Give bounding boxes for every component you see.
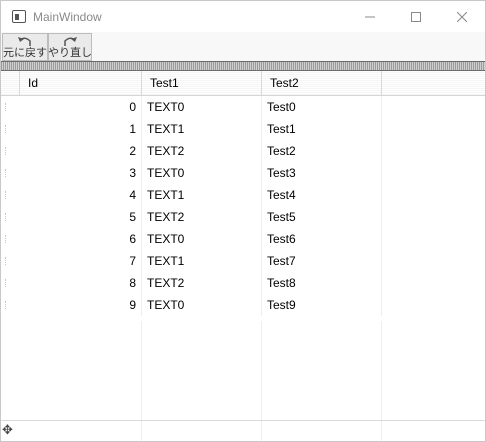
main-window: MainWindow 元に戻す やり直し Id Test1 Test2 0 TE…	[0, 0, 486, 442]
cell-test1[interactable]: TEXT2	[142, 272, 262, 294]
table-row[interactable]: 3 TEXT0 Test3	[1, 162, 485, 184]
cell-test1[interactable]: TEXT0	[142, 96, 262, 118]
column-header-test1[interactable]: Test1	[142, 71, 262, 95]
row-header[interactable]	[1, 228, 20, 250]
cell-test2[interactable]: Test1	[262, 118, 382, 140]
table-row[interactable]: 6 TEXT0 Test6	[1, 228, 485, 250]
cell-test2[interactable]: Test7	[262, 250, 382, 272]
table-row[interactable]: 4 TEXT1 Test4	[1, 184, 485, 206]
table-row[interactable]: 5 TEXT2 Test5	[1, 206, 485, 228]
cell-id[interactable]: 2	[20, 140, 142, 162]
new-row-marker-icon: ✥	[2, 422, 13, 437]
grid-header: Id Test1 Test2	[1, 71, 485, 96]
data-grid[interactable]: Id Test1 Test2 0 TEXT0 Test0 1 TEXT1 Test1 2…	[1, 71, 485, 441]
maximize-button[interactable]	[393, 1, 439, 32]
row-header[interactable]	[1, 140, 20, 162]
minimize-button[interactable]	[347, 1, 393, 32]
redo-arrow-icon	[64, 37, 77, 46]
cell-id[interactable]: 4	[20, 184, 142, 206]
minimize-icon	[365, 16, 375, 17]
close-icon	[457, 11, 467, 22]
grid-rows: 0 TEXT0 Test0 1 TEXT1 Test1 2 TEXT2 Test2 3 TEX…	[1, 96, 485, 316]
row-header[interactable]	[1, 162, 20, 184]
cell-test2[interactable]: Test3	[262, 162, 382, 184]
select-all-corner[interactable]	[1, 71, 20, 95]
cell-id[interactable]: 1	[20, 118, 142, 140]
cell-test2[interactable]: Test4	[262, 184, 382, 206]
cell-test1[interactable]: TEXT2	[142, 206, 262, 228]
row-header[interactable]	[1, 294, 20, 316]
table-row[interactable]: 8 TEXT2 Test8	[1, 272, 485, 294]
undo-arrow-icon	[18, 37, 31, 46]
maximize-icon	[411, 11, 421, 22]
row-header[interactable]	[1, 96, 20, 118]
close-button[interactable]	[439, 1, 485, 32]
row-header[interactable]	[1, 206, 20, 228]
cell-id[interactable]: 0	[20, 96, 142, 118]
redo-label: やり直し	[48, 47, 92, 59]
cell-test2[interactable]: Test9	[262, 294, 382, 316]
row-header[interactable]	[1, 118, 20, 140]
cell-id[interactable]: 6	[20, 228, 142, 250]
undo-button[interactable]: 元に戻す	[2, 33, 48, 61]
row-header[interactable]	[1, 272, 20, 294]
cell-test2[interactable]: Test6	[262, 228, 382, 250]
table-row[interactable]: 9 TEXT0 Test9	[1, 294, 485, 316]
column-header-id[interactable]: Id	[20, 71, 142, 95]
table-row[interactable]: 1 TEXT1 Test1	[1, 118, 485, 140]
cell-test2[interactable]: Test8	[262, 272, 382, 294]
column-header-test2[interactable]: Test2	[262, 71, 382, 95]
cell-id[interactable]: 8	[20, 272, 142, 294]
cell-test1[interactable]: TEXT1	[142, 118, 262, 140]
redo-button[interactable]: やり直し	[48, 33, 92, 61]
cell-test1[interactable]: TEXT1	[142, 184, 262, 206]
cell-test1[interactable]: TEXT0	[142, 162, 262, 184]
row-header[interactable]	[1, 184, 20, 206]
table-row[interactable]: 2 TEXT2 Test2	[1, 140, 485, 162]
new-row-placeholder[interactable]: ✥	[1, 420, 485, 441]
undo-label: 元に戻す	[3, 47, 47, 59]
cell-test1[interactable]: TEXT1	[142, 250, 262, 272]
table-row[interactable]: 0 TEXT0 Test0	[1, 96, 485, 118]
window-title: MainWindow	[33, 10, 102, 24]
cell-id[interactable]: 3	[20, 162, 142, 184]
toolbar: 元に戻す やり直し	[1, 32, 485, 61]
cell-test2[interactable]: Test0	[262, 96, 382, 118]
cell-test2[interactable]: Test2	[262, 140, 382, 162]
cell-test1[interactable]: TEXT0	[142, 228, 262, 250]
cell-test1[interactable]: TEXT2	[142, 140, 262, 162]
table-row[interactable]: 7 TEXT1 Test7	[1, 250, 485, 272]
cell-test1[interactable]: TEXT0	[142, 294, 262, 316]
row-header[interactable]	[1, 250, 20, 272]
splitter[interactable]	[1, 61, 485, 71]
cell-id[interactable]: 9	[20, 294, 142, 316]
cell-id[interactable]: 7	[20, 250, 142, 272]
app-window-icon	[12, 10, 26, 23]
cell-test2[interactable]: Test5	[262, 206, 382, 228]
cell-id[interactable]: 5	[20, 206, 142, 228]
title-bar[interactable]: MainWindow	[1, 1, 485, 32]
